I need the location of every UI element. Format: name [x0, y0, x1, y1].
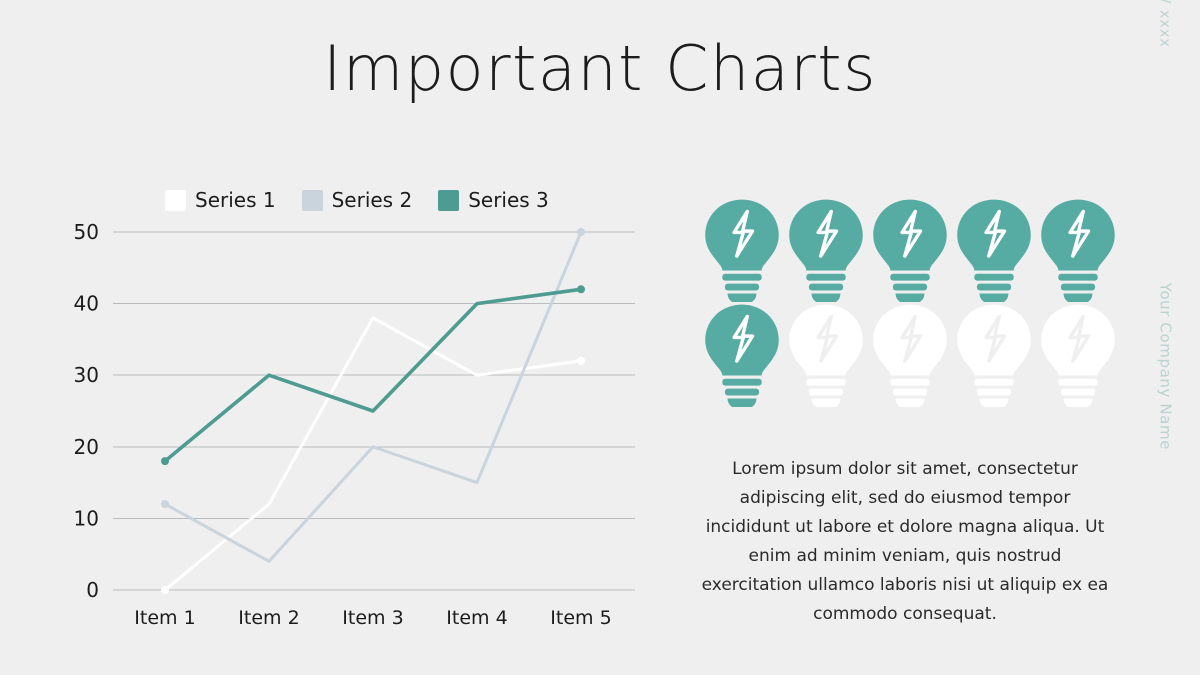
body-paragraph: Lorem ipsum dolor sit amet, consectetur … [701, 459, 1109, 624]
bulb-base-bar [808, 283, 844, 291]
bulb-base-bar [806, 273, 846, 281]
x-axis-tick-label: Item 3 [342, 607, 403, 629]
legend-item[interactable]: Series 3 [438, 188, 549, 212]
chart-series-group [161, 228, 585, 594]
bulb-base-bar [892, 283, 928, 291]
lightbulb-icon [873, 304, 947, 407]
y-axis-tick-label: 0 [86, 578, 99, 602]
bulb-base-bar [1060, 388, 1096, 396]
chart-y-axis-ticks: 0 10 20 30 40 50 [74, 220, 99, 602]
bulb-base-bar [724, 388, 760, 396]
bulb-base-bar [806, 378, 846, 386]
bulb-base-bar [724, 283, 760, 291]
lightbulb-icon [1041, 199, 1115, 302]
legend-swatch-icon [438, 189, 460, 211]
x-axis-tick-label: Item 5 [550, 607, 611, 629]
bulb-base-bar [890, 273, 930, 281]
y-axis-tick-label: 40 [74, 292, 99, 316]
legend-label: Series 1 [195, 188, 276, 212]
x-axis-tick-label: Item 2 [238, 607, 299, 629]
chart-data-point [577, 228, 585, 236]
bulb-base-cap [811, 293, 841, 302]
legend-swatch-icon [165, 189, 186, 211]
bulb-base-bar [890, 378, 930, 386]
bulb-base-cap [1063, 293, 1093, 302]
bulb-base-cap [895, 293, 925, 302]
bulb-base-bar [722, 378, 762, 386]
legend-item[interactable]: Series 2 [301, 188, 413, 212]
chart-line-series-2 [163, 230, 583, 563]
lightbulb-rating [700, 197, 1120, 407]
bulb-base-bar [892, 388, 928, 396]
lightbulb-icon [873, 199, 947, 302]
bulb-base-cap [979, 398, 1009, 407]
lightbulb-icon [1041, 304, 1115, 407]
bulb-base-bar [976, 388, 1012, 396]
bulb-base-cap [727, 398, 757, 407]
chart-line-series-1 [163, 316, 583, 592]
bulb-base-cap [895, 398, 925, 407]
chart-data-point [161, 457, 169, 466]
bulb-base-bar [722, 273, 762, 281]
chart-data-point [577, 285, 585, 294]
bulb-base-bar [976, 283, 1012, 291]
date-label: xx / xx / xxxx [1156, 0, 1172, 48]
bulb-base-bar [974, 378, 1014, 386]
x-axis-tick-label: Item 1 [134, 607, 195, 629]
bulb-base-bar [974, 273, 1014, 281]
bulb-base-cap [727, 293, 757, 302]
lightbulb-icon [705, 304, 779, 407]
legend-label: Series 2 [331, 188, 413, 212]
lightbulb-icon [789, 199, 863, 302]
chart-data-point [161, 586, 169, 594]
chart-legend: Series 1 Series 2 Series 3 [165, 180, 549, 220]
company-name-label: Your Company Name [1156, 282, 1174, 450]
y-axis-tick-label: 10 [74, 506, 99, 530]
chart-data-point [161, 500, 169, 509]
lightbulb-icon [705, 199, 779, 302]
y-axis-tick-label: 20 [74, 435, 99, 459]
bulb-base-cap [979, 293, 1009, 302]
legend-item[interactable]: Series 1 [165, 188, 276, 212]
bulb-base-cap [1063, 398, 1093, 407]
chart-x-axis-ticks: Item 1 Item 2 Item 3 Item 4 Item 5 [134, 607, 611, 629]
lightbulb-icon [957, 199, 1031, 302]
chart-svg: 01020304050 Item 1 Item 2 Item 3 Item 4 Item… [74, 220, 635, 629]
y-axis-tick-label: 50 [74, 220, 99, 244]
lightbulb-icon [957, 304, 1031, 407]
bulb-base-bar [1060, 283, 1096, 291]
lightbulb-icon [789, 304, 863, 407]
chart-data-point [577, 356, 585, 365]
legend-swatch-icon [301, 189, 323, 211]
page-title: Important Charts [323, 32, 877, 105]
bulb-base-bar [808, 388, 844, 396]
x-axis-tick-label: Item 4 [446, 607, 507, 629]
line-chart-panel: Series 1 Series 2 Series 3 0 10 20 30 40 50 Ite… [55, 180, 645, 630]
bulb-base-bar [1058, 378, 1098, 386]
legend-label: Series 3 [468, 188, 549, 212]
chart-plot-area: 0 10 20 30 40 50 Item 1 Item 2 Item 3 Item 4 Item… [55, 218, 645, 630]
y-axis-tick-label: 30 [74, 363, 99, 387]
bulb-base-cap [811, 398, 841, 407]
bulb-base-bar [1058, 273, 1098, 281]
